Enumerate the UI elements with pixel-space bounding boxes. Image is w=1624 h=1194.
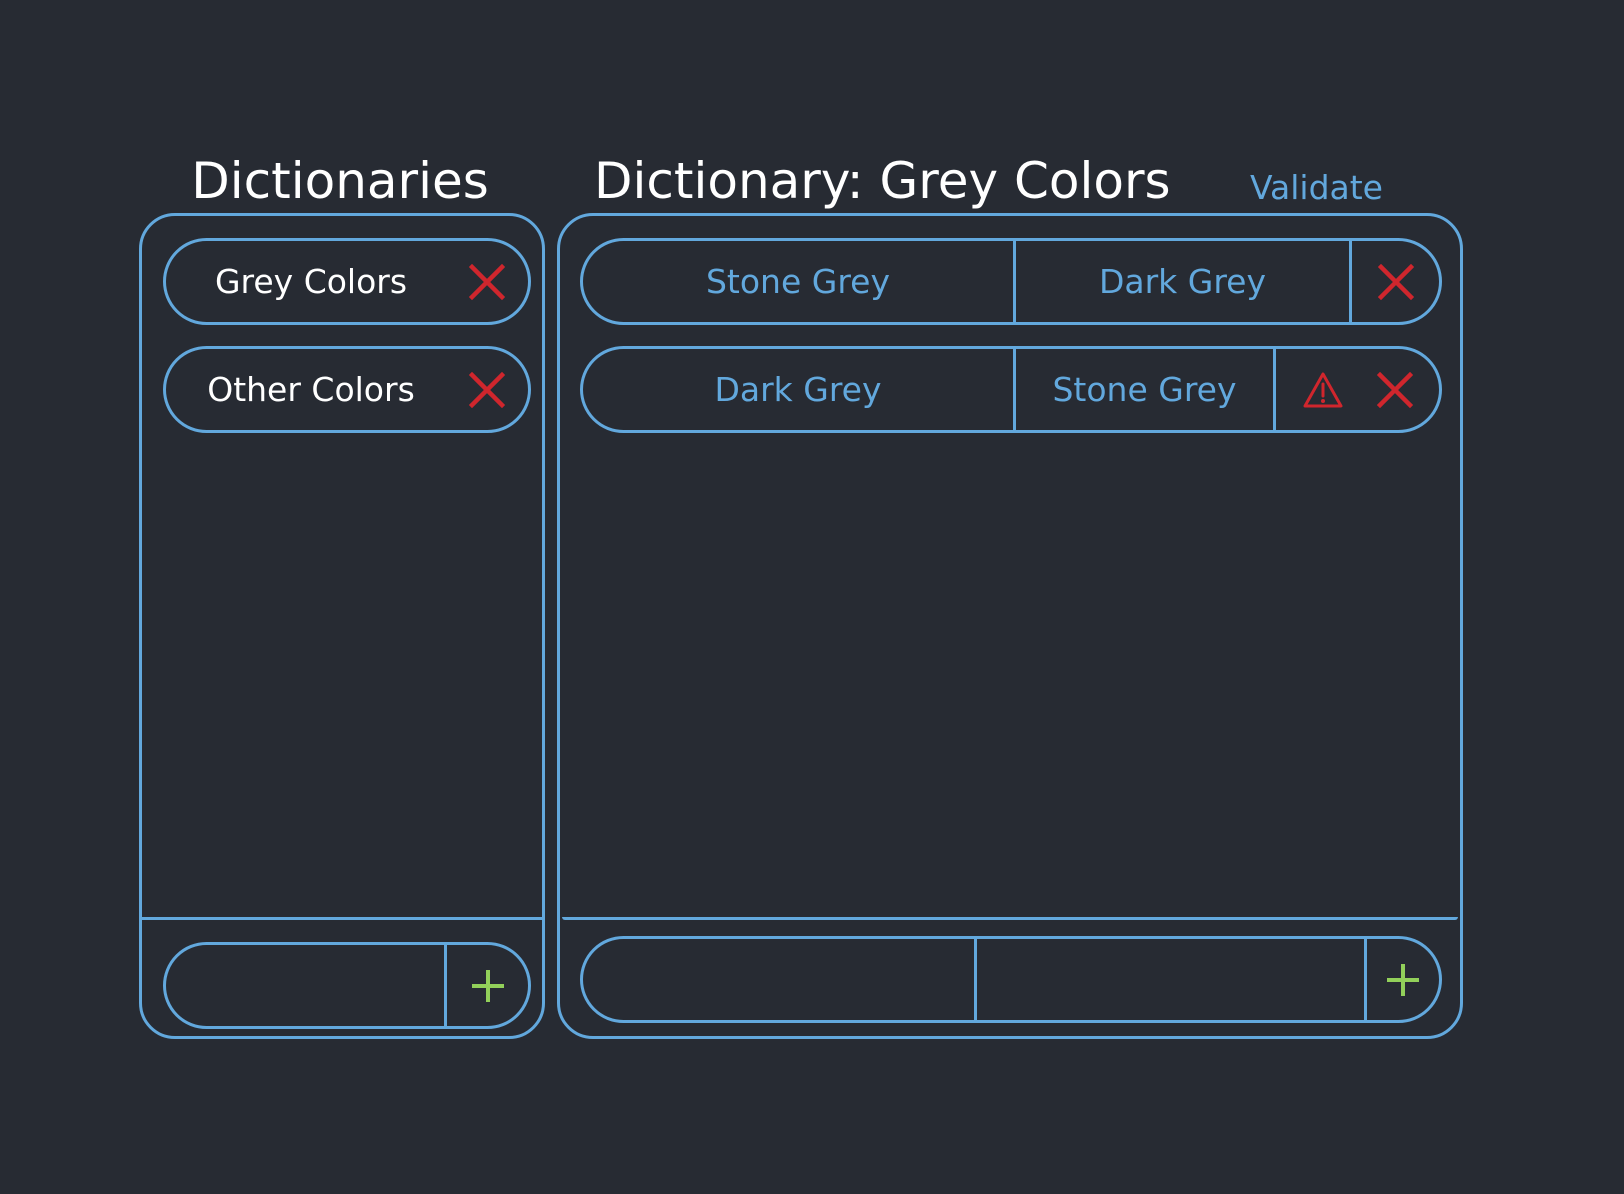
dictionary-item-label: Grey Colors	[214, 262, 408, 301]
new-dictionary-cell	[166, 945, 444, 1026]
dictionary-entries-panel: Stone Grey Dark Grey Dark Grey Stone Gre…	[557, 213, 1463, 1039]
app-root: Dictionaries Dictionary: Grey Colors Val…	[0, 0, 1624, 1194]
entry-actions	[1273, 349, 1439, 430]
entry-range-value[interactable]: Dark Grey	[1013, 241, 1349, 322]
panel-divider	[562, 917, 1458, 920]
close-icon	[469, 371, 505, 408]
entry-row: Dark Grey Stone Grey	[580, 346, 1442, 433]
dictionary-item-label: Other Colors	[207, 370, 415, 409]
add-entry-row	[580, 936, 1442, 1023]
delete-entry-button[interactable]	[1376, 371, 1413, 408]
entry-range-value[interactable]: Stone Grey	[1013, 349, 1273, 430]
validate-button[interactable]: Validate	[1250, 168, 1383, 208]
delete-dictionary-button[interactable]	[446, 349, 528, 430]
dictionaries-panel: Grey Colors Other Colors	[139, 213, 545, 1039]
new-range-cell	[974, 939, 1364, 1020]
delete-dictionary-button[interactable]	[446, 241, 528, 322]
delete-entry-button[interactable]	[1349, 241, 1439, 322]
dictionary-item-other-colors[interactable]: Other Colors	[163, 346, 531, 433]
close-icon	[469, 263, 505, 300]
dictionaries-title: Dictionaries	[191, 152, 489, 210]
new-entry-range-input[interactable]	[977, 939, 1364, 1020]
plus-icon	[1385, 962, 1421, 998]
warning-icon	[1302, 371, 1344, 409]
add-dictionary-button[interactable]	[444, 945, 528, 1026]
new-domain-cell	[583, 939, 974, 1020]
entry-domain-value[interactable]: Stone Grey	[583, 241, 1013, 322]
dictionary-item-grey-colors[interactable]: Grey Colors	[163, 238, 531, 325]
close-icon	[1377, 263, 1414, 300]
entry-row: Stone Grey Dark Grey	[580, 238, 1442, 325]
add-entry-button[interactable]	[1364, 939, 1439, 1020]
entry-domain-value[interactable]: Dark Grey	[583, 349, 1013, 430]
new-entry-domain-input[interactable]	[583, 939, 974, 1020]
panel-divider	[142, 917, 542, 920]
plus-icon	[470, 968, 506, 1004]
close-icon	[1376, 371, 1413, 408]
dictionary-detail-title: Dictionary: Grey Colors	[594, 152, 1171, 210]
add-dictionary-row	[163, 942, 531, 1029]
new-dictionary-input[interactable]	[166, 945, 444, 1026]
